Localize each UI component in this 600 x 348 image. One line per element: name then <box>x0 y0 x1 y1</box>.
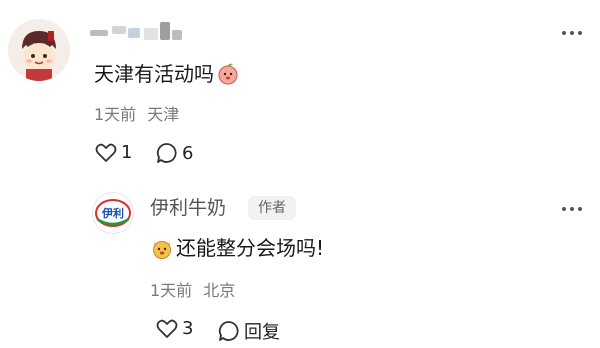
reply-count: 6 <box>182 142 194 164</box>
yili-logo-icon: 伊利 <box>95 199 131 227</box>
heart-icon <box>95 143 117 162</box>
avatar[interactable] <box>8 19 70 81</box>
comment-time: 1天前 <box>94 105 137 124</box>
cartoon-avatar-icon <box>8 19 70 81</box>
reply-button[interactable]: 回复 <box>218 318 280 344</box>
reply-author-name[interactable]: 伊利牛奶 <box>150 196 226 220</box>
reply-count-button[interactable]: 6 <box>156 142 193 164</box>
comment-text: 天津有活动吗 <box>94 60 240 88</box>
author-badge: 作者 <box>248 196 296 220</box>
comment-bubble-icon <box>218 321 239 341</box>
peach-face-emoji-icon <box>218 63 238 85</box>
redacted-username[interactable] <box>88 20 186 42</box>
reply-location: 北京 <box>203 281 236 300</box>
comment-meta: 1天前 天津 <box>94 105 179 125</box>
reply-like-count: 3 <box>182 318 194 339</box>
like-count: 1 <box>121 142 133 163</box>
fox-face-emoji-icon <box>153 241 171 259</box>
reply-like-button[interactable]: 3 <box>156 318 193 339</box>
reply-text: 还能整分会场吗! <box>150 234 324 262</box>
heart-icon <box>156 319 178 338</box>
like-button[interactable]: 1 <box>95 142 132 163</box>
reply-time: 1天前 <box>150 281 193 300</box>
logo-text: 伊利 <box>101 206 124 220</box>
reply-more-options-icon[interactable] <box>562 205 590 213</box>
comment-location: 天津 <box>147 105 180 124</box>
comment-bubble-icon <box>156 143 177 163</box>
comment-body: 天津有活动吗 <box>94 62 214 86</box>
reply-meta: 1天前 北京 <box>150 281 235 301</box>
reply-body: 还能整分会场吗! <box>176 236 325 260</box>
reply-label: 回复 <box>244 322 280 343</box>
more-options-icon[interactable] <box>562 29 590 37</box>
brand-avatar[interactable]: 伊利 <box>92 192 134 234</box>
